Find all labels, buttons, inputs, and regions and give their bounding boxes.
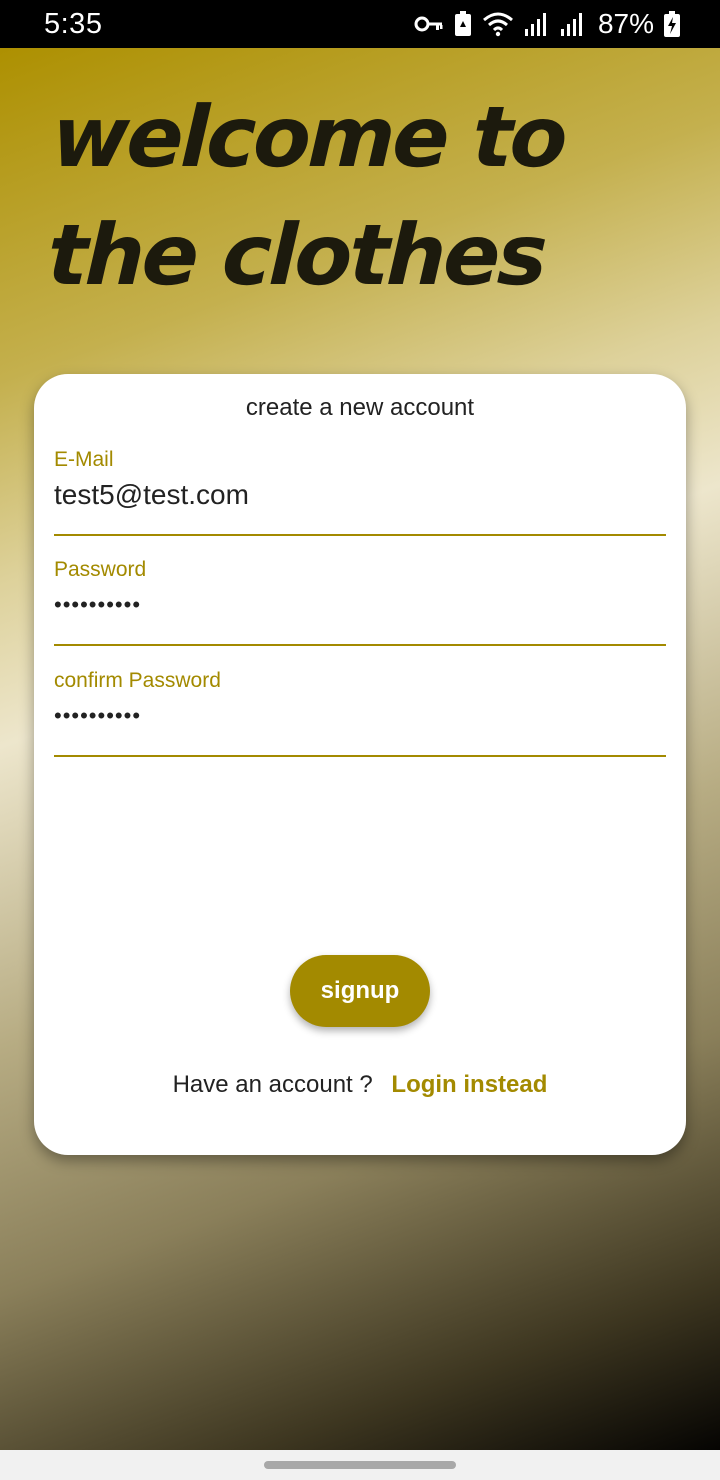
- welcome-title-line1: welcome to: [50, 88, 567, 186]
- signal-icon: [524, 11, 550, 37]
- status-time: 5:35: [44, 7, 103, 40]
- wifi-icon: [482, 11, 514, 37]
- signup-button[interactable]: signup: [290, 955, 430, 1027]
- signup-card: create a new account E-Mail Password con…: [34, 374, 686, 1155]
- email-field[interactable]: E-Mail: [54, 438, 666, 536]
- password-input[interactable]: [54, 586, 666, 624]
- battery-charging-icon: [664, 11, 680, 37]
- have-account-text: Have an account ?: [172, 1071, 373, 1098]
- login-instead-link[interactable]: Login instead: [391, 1071, 547, 1098]
- welcome-title-line2: the clothes: [46, 206, 547, 304]
- key-icon: [414, 14, 444, 34]
- email-label: E-Mail: [54, 448, 114, 471]
- battery-saver-icon: [454, 11, 472, 37]
- confirm-password-input[interactable]: [54, 697, 666, 735]
- signal-icon: [560, 11, 586, 37]
- welcome-title: welcome to the clothes: [46, 78, 654, 314]
- status-bar: 5:35 87%: [0, 0, 720, 48]
- card-title: create a new account: [245, 394, 475, 421]
- login-switch-row: Have an account ? Login instead: [34, 1071, 686, 1099]
- home-gesture-handle[interactable]: [264, 1461, 456, 1469]
- battery-percent: 87%: [597, 8, 654, 39]
- navigation-bar: [0, 1450, 720, 1480]
- password-label: Password: [54, 558, 147, 581]
- confirm-password-field[interactable]: confirm Password: [54, 659, 666, 757]
- status-icons: 87%: [414, 8, 680, 40]
- email-input[interactable]: [54, 476, 666, 514]
- password-field[interactable]: Password: [54, 548, 666, 646]
- confirm-password-label: confirm Password: [54, 669, 221, 692]
